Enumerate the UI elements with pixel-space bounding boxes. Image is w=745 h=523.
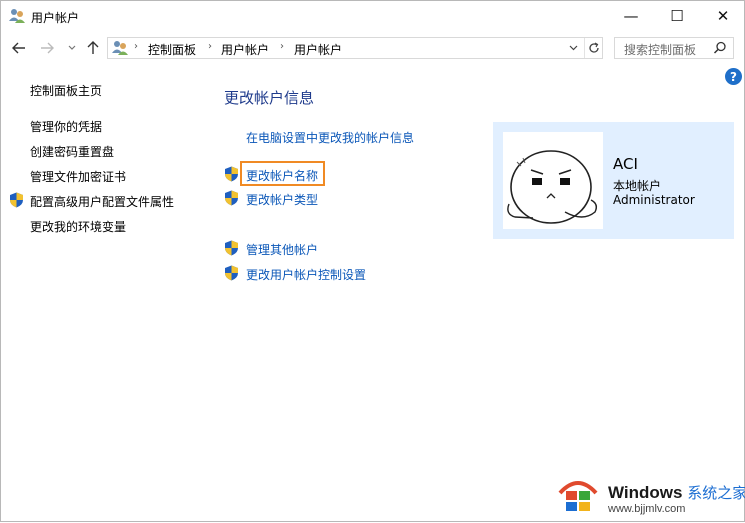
change-account-type-link[interactable]: 更改帐户类型 <box>246 191 318 208</box>
change-environment-variables-link[interactable]: 更改我的环境变量 <box>30 218 126 235</box>
uac-shield-icon <box>225 265 238 281</box>
account-panel: ACI 本地帐户 Administrator <box>493 122 734 239</box>
breadcrumb-separator-icon: › <box>134 41 138 52</box>
uac-shield-icon <box>225 166 238 182</box>
up-button[interactable] <box>83 37 103 59</box>
breadcrumb-separator-icon: › <box>208 41 212 52</box>
watermark-brand: Windows <box>608 483 683 502</box>
back-button[interactable] <box>9 37 29 59</box>
uac-shield-icon <box>225 190 238 206</box>
arrow-right-icon <box>41 42 54 54</box>
refresh-icon <box>589 42 599 53</box>
breadcrumb-user-accounts-current[interactable]: 用户帐户 <box>294 41 342 58</box>
user-accounts-window: 用户帐户 — ☐ ✕ › 控制面板 › 用户帐户 › 用户帐户 搜索控制面板 ?… <box>0 0 745 522</box>
manage-other-accounts-link[interactable]: 管理其他帐户 <box>246 241 318 258</box>
maximize-button[interactable]: ☐ <box>654 1 700 31</box>
arrow-up-icon <box>87 41 99 54</box>
minimize-button[interactable]: — <box>608 1 654 31</box>
account-name: ACI <box>613 155 638 173</box>
breadcrumb-separator-icon: › <box>280 41 284 52</box>
account-role: Administrator <box>613 193 695 207</box>
breadcrumb-user-accounts[interactable]: 用户帐户 <box>221 41 269 58</box>
forward-button[interactable] <box>37 37 57 59</box>
change-uac-settings-link[interactable]: 更改用户帐户控制设置 <box>246 266 366 283</box>
uac-shield-icon <box>225 240 238 256</box>
search-icon <box>713 41 726 54</box>
advanced-profile-properties-link[interactable]: 配置高级用户配置文件属性 <box>30 193 174 210</box>
page-heading: 更改帐户信息 <box>224 89 315 107</box>
recent-locations-button[interactable] <box>65 37 79 59</box>
watermark: Windows 系统之家 www.bjjmlv.com <box>556 470 745 523</box>
watermark-cn: 系统之家 <box>687 485 745 502</box>
help-icon[interactable]: ? <box>725 68 742 85</box>
chevron-down-icon <box>68 45 76 50</box>
users-icon <box>112 41 128 55</box>
breadcrumb-control-panel[interactable]: 控制面板 <box>148 41 196 58</box>
control-panel-home-link[interactable]: 控制面板主页 <box>30 82 102 99</box>
address-dropdown-button[interactable] <box>565 40 581 56</box>
search-input[interactable]: 搜索控制面板 <box>624 41 696 58</box>
search-box[interactable]: 搜索控制面板 <box>614 37 734 59</box>
avatar-image <box>507 150 598 224</box>
windows-logo-icon <box>558 481 598 511</box>
refresh-button[interactable] <box>584 38 603 58</box>
uac-shield-icon <box>10 192 23 208</box>
navigation-bar: › 控制面板 › 用户帐户 › 用户帐户 搜索控制面板 <box>1 32 744 64</box>
manage-credentials-link[interactable]: 管理你的凭据 <box>30 118 102 135</box>
window-title: 用户帐户 <box>31 11 80 25</box>
users-app-icon <box>9 9 25 23</box>
pc-settings-account-link[interactable]: 在电脑设置中更改我的帐户信息 <box>246 129 414 146</box>
watermark-title: Windows 系统之家 <box>608 482 745 503</box>
change-account-name-link[interactable]: 更改帐户名称 <box>246 167 318 184</box>
create-password-reset-disk-link[interactable]: 创建密码重置盘 <box>30 143 114 160</box>
manage-encryption-certificates-link[interactable]: 管理文件加密证书 <box>30 168 126 185</box>
close-button[interactable]: ✕ <box>700 1 745 31</box>
account-type: 本地帐户 <box>613 179 662 193</box>
chevron-down-icon <box>569 45 577 51</box>
avatar[interactable] <box>503 132 603 229</box>
address-bar[interactable]: › 控制面板 › 用户帐户 › 用户帐户 <box>107 37 603 59</box>
watermark-url: www.bjjmlv.com <box>608 503 686 515</box>
title-bar: 用户帐户 — ☐ ✕ <box>1 1 744 31</box>
arrow-left-icon <box>12 42 25 54</box>
